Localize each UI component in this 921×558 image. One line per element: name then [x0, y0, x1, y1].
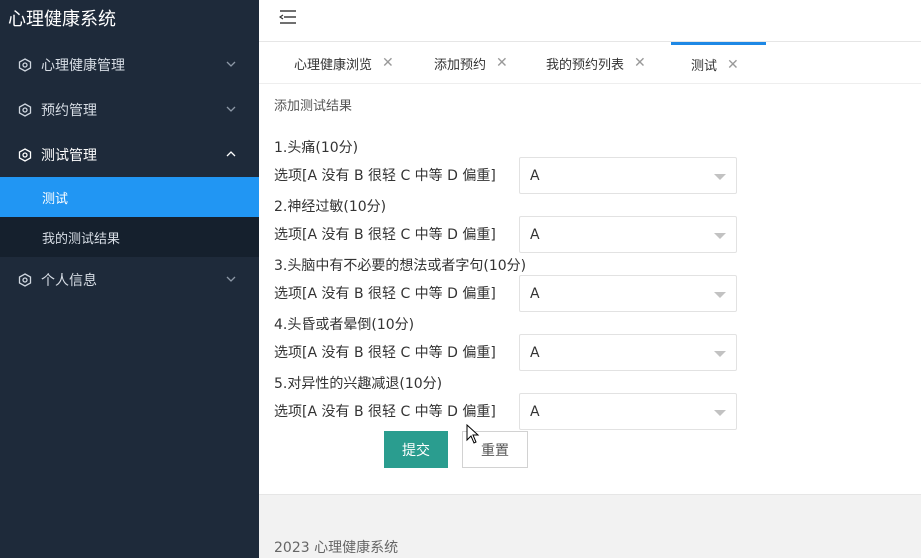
option-label: 选项[A 没有 B 很轻 C 中等 D 偏重] — [274, 227, 496, 243]
sidebar-item-test-management[interactable]: 测试管理 — [0, 132, 259, 177]
chevron-down-icon — [226, 276, 236, 282]
sidebar: 心理健康系统 心理健康管理 预约管理 测试管理 测试 我的测试结果 个人信息 — [0, 0, 259, 558]
tab-label: 心理健康浏览 — [294, 57, 373, 73]
tab-add-appointment[interactable]: 添加预约 ✕ — [434, 42, 508, 84]
option-label: 选项[A 没有 B 很轻 C 中等 D 偏重] — [274, 404, 496, 420]
question-title: 3.头脑中有不必要的想法或者字句(10分) — [274, 258, 527, 274]
question-title: 1.头痛(10分) — [274, 140, 359, 156]
sidebar-item-label: 心理健康管理 — [41, 57, 125, 74]
form-section-title-wrap: 添加测试结果 — [274, 95, 914, 114]
close-icon[interactable]: ✕ — [382, 55, 394, 71]
select-value: A — [530, 403, 540, 420]
tab-label: 我的预约列表 — [546, 57, 625, 73]
caret-down-icon — [714, 292, 726, 298]
tab-bar: 心理健康浏览 ✕ 添加预约 ✕ 我的预约列表 ✕ 测试 ✕ — [259, 42, 921, 84]
answer-select[interactable]: A — [519, 275, 737, 312]
chevron-down-icon — [226, 61, 236, 67]
sidebar-item-label: 个人信息 — [41, 272, 97, 289]
hamburger-icon[interactable] — [279, 9, 297, 25]
tab-label: 添加预约 — [434, 57, 487, 73]
option-label: 选项[A 没有 B 很轻 C 中等 D 偏重] — [274, 286, 496, 302]
sidebar-subitem-test[interactable]: 测试 — [0, 177, 259, 217]
chevron-down-icon — [226, 106, 236, 112]
caret-down-icon — [714, 351, 726, 357]
sidebar-item-mental-health[interactable]: 心理健康管理 — [0, 42, 259, 87]
mouse-cursor-icon — [466, 424, 480, 444]
hexagon-gear-icon — [18, 57, 32, 72]
form-section-title: 添加测试结果 — [274, 99, 353, 114]
close-icon[interactable]: ✕ — [496, 55, 508, 71]
select-value: A — [530, 344, 540, 361]
close-icon[interactable]: ✕ — [634, 55, 646, 71]
footer-text: 2023 心理健康系统 — [274, 540, 399, 556]
hexagon-gear-icon — [18, 147, 32, 162]
sidebar-item-appointment[interactable]: 预约管理 — [0, 87, 259, 132]
main-area: 心理健康浏览 ✕ 添加预约 ✕ 我的预约列表 ✕ 测试 ✕ 添加测试结果 1.头… — [259, 0, 921, 558]
select-value: A — [530, 226, 540, 243]
submit-button[interactable]: 提交 — [384, 431, 448, 468]
answer-select[interactable]: A — [519, 157, 737, 194]
sidebar-item-profile[interactable]: 个人信息 — [0, 257, 259, 302]
answer-select[interactable]: A — [519, 393, 737, 430]
question-title: 5.对异性的兴趣减退(10分) — [274, 376, 443, 392]
hexagon-gear-icon — [18, 102, 32, 117]
option-label: 选项[A 没有 B 很轻 C 中等 D 偏重] — [274, 345, 496, 361]
chevron-up-icon — [226, 151, 236, 157]
tab-label: 测试 — [691, 59, 718, 74]
answer-select[interactable]: A — [519, 334, 737, 371]
tab-test[interactable]: 测试 ✕ — [671, 42, 766, 84]
top-bar — [259, 0, 921, 42]
caret-down-icon — [714, 410, 726, 416]
footer: 2023 心理健康系统 — [259, 494, 921, 558]
select-value: A — [530, 285, 540, 302]
hexagon-gear-icon — [18, 272, 32, 287]
question-title: 2.神经过敏(10分) — [274, 199, 387, 215]
question-title: 4.头昏或者晕倒(10分) — [274, 317, 415, 333]
sidebar-item-label: 预约管理 — [41, 102, 97, 119]
sidebar-item-label: 测试管理 — [41, 147, 97, 164]
tab-mental-health-browse[interactable]: 心理健康浏览 ✕ — [294, 42, 394, 84]
app-title: 心理健康系统 — [8, 9, 116, 30]
caret-down-icon — [714, 174, 726, 180]
select-value: A — [530, 167, 540, 184]
option-label: 选项[A 没有 B 很轻 C 中等 D 偏重] — [274, 168, 496, 184]
answer-select[interactable]: A — [519, 216, 737, 253]
sidebar-subitem-my-results[interactable]: 我的测试结果 — [0, 217, 259, 257]
sidebar-menu: 心理健康管理 预约管理 测试管理 测试 我的测试结果 个人信息 — [0, 42, 259, 302]
caret-down-icon — [714, 233, 726, 239]
tab-my-appointments[interactable]: 我的预约列表 ✕ — [546, 42, 646, 84]
close-icon[interactable]: ✕ — [727, 57, 739, 73]
